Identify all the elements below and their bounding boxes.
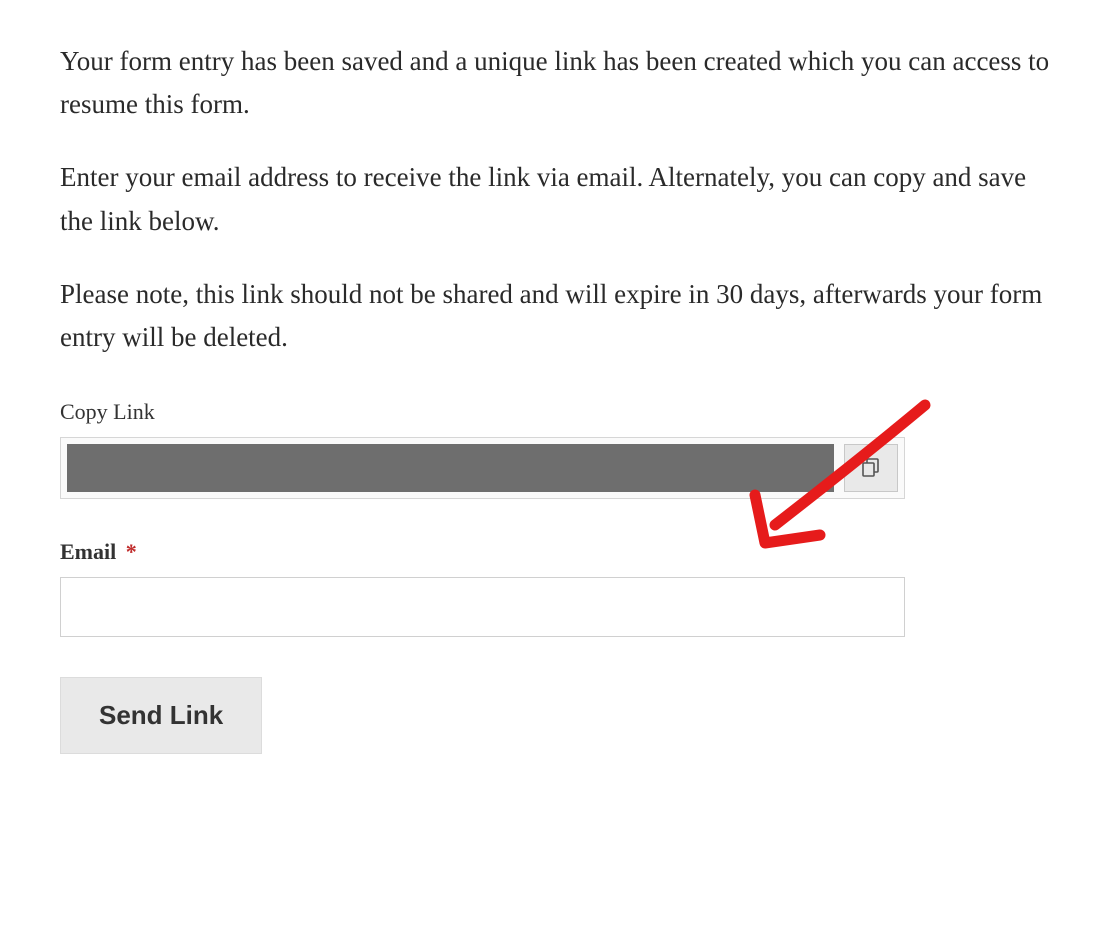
intro-paragraph-2: Enter your email address to receive the … [60, 156, 1056, 242]
email-label-text: Email [60, 539, 116, 564]
copy-link-field: Copy Link [60, 399, 1056, 499]
email-input[interactable] [60, 577, 905, 637]
intro-paragraph-1: Your form entry has been saved and a uni… [60, 40, 1056, 126]
email-label: Email * [60, 539, 1056, 565]
intro-paragraph-3: Please note, this link should not be sha… [60, 273, 1056, 359]
send-link-button[interactable]: Send Link [60, 677, 262, 754]
copy-icon [859, 455, 883, 482]
copy-link-value-redacted[interactable] [67, 444, 834, 492]
copy-link-container [60, 437, 905, 499]
copy-button[interactable] [844, 444, 898, 492]
required-asterisk: * [126, 539, 137, 564]
copy-link-label: Copy Link [60, 399, 1056, 425]
email-field-group: Email * [60, 539, 1056, 637]
